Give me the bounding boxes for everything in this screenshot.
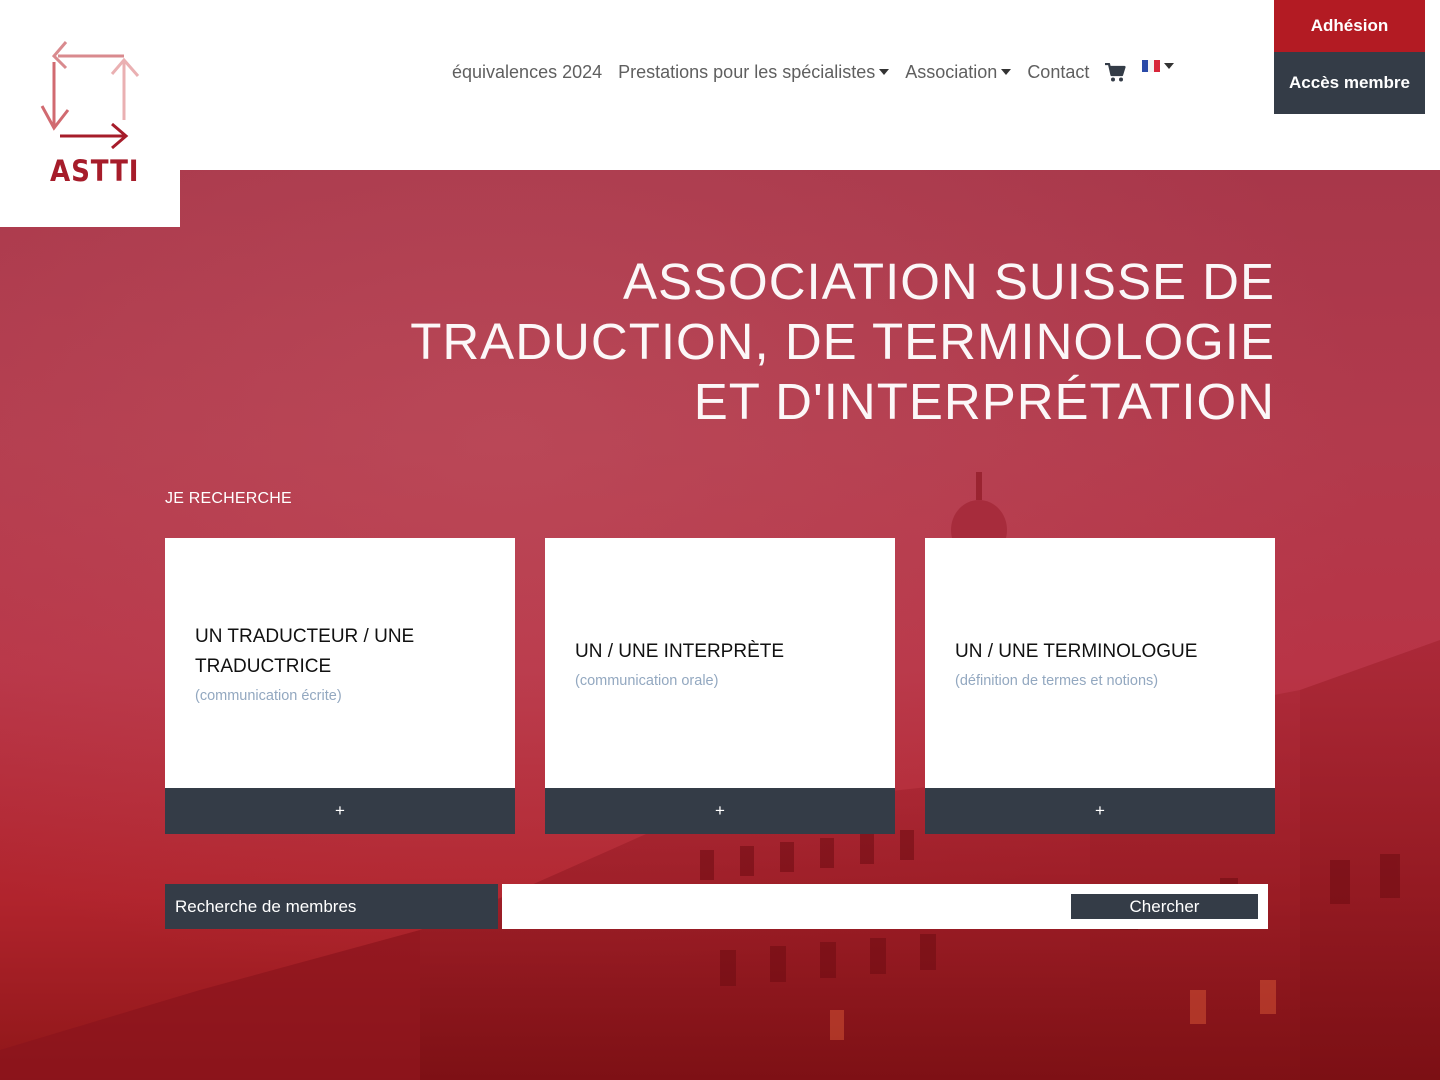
- card-subtitle: (communication écrite): [195, 688, 342, 704]
- nav-item-prestations[interactable]: Prestations pour les spécialistes: [618, 61, 890, 83]
- join-button[interactable]: Adhésion: [1274, 0, 1425, 52]
- expand-interpreter-button[interactable]: +: [545, 788, 895, 834]
- card-subtitle: (communication orale): [575, 673, 719, 689]
- member-access-button[interactable]: Accès membre: [1274, 52, 1425, 114]
- nav-item-association[interactable]: Association: [905, 61, 1012, 83]
- member-search-button[interactable]: Chercher: [1071, 894, 1258, 919]
- french-flag-icon: [1142, 60, 1161, 72]
- card-terminologist: UN / UNE TERMINOLOGUE (définition de ter…: [925, 538, 1275, 834]
- card-translator: UN TRADUCTEUR / UNE TRADUCTRICE (communi…: [165, 538, 515, 834]
- expand-terminologist-button[interactable]: +: [925, 788, 1275, 834]
- card-body: UN TRADUCTEUR / UNE TRADUCTRICE (communi…: [165, 538, 515, 788]
- nav-item-contact[interactable]: Contact: [1027, 62, 1089, 83]
- nav-label: équivalences 2024: [452, 61, 603, 82]
- card-subtitle: (définition de termes et notions): [955, 673, 1159, 689]
- astti-arrows-logo: [40, 41, 140, 150]
- card-body: UN / UNE TERMINOLOGUE (définition de ter…: [925, 538, 1275, 788]
- nav-label: Prestations pour les spécialistes: [618, 61, 876, 82]
- card-title: UN / UNE INTERPRÈTE: [575, 641, 785, 662]
- language-selector[interactable]: [1142, 60, 1175, 72]
- nav-label: Association: [905, 61, 998, 82]
- caret-down-icon: [1001, 69, 1012, 75]
- expand-translator-button[interactable]: +: [165, 788, 515, 834]
- main-nav: équivalences 2024 Prestations pour les s…: [452, 60, 1175, 84]
- nav-item-equivalences[interactable]: équivalences 2024: [452, 62, 602, 83]
- caret-down-icon: [1164, 63, 1175, 69]
- hero-title: ASSOCIATION SUISSE DE TRADUCTION, DE TER…: [410, 253, 1275, 430]
- card-interpreter: UN / UNE INTERPRÈTE (communication orale…: [545, 538, 895, 834]
- hero-section: ASSOCIATION SUISSE DE TRADUCTION, DE TER…: [0, 170, 1440, 1080]
- search-section-label: JE RECHERCHE: [165, 490, 292, 507]
- card-title: UN / UNE TERMINOLOGUE: [955, 641, 1198, 662]
- card-title: UN TRADUCTEUR / UNE TRADUCTRICE: [195, 626, 415, 677]
- site-logo[interactable]: ASTTI: [0, 0, 180, 227]
- nav-label: Contact: [1027, 61, 1090, 82]
- caret-down-icon: [879, 69, 890, 75]
- site-header: équivalences 2024 Prestations pour les s…: [0, 0, 1440, 170]
- shopping-cart-icon[interactable]: [1105, 62, 1126, 82]
- logo-text: ASTTI: [50, 154, 140, 188]
- member-search-label: Recherche de membres: [165, 884, 498, 929]
- card-body: UN / UNE INTERPRÈTE (communication orale…: [545, 538, 895, 788]
